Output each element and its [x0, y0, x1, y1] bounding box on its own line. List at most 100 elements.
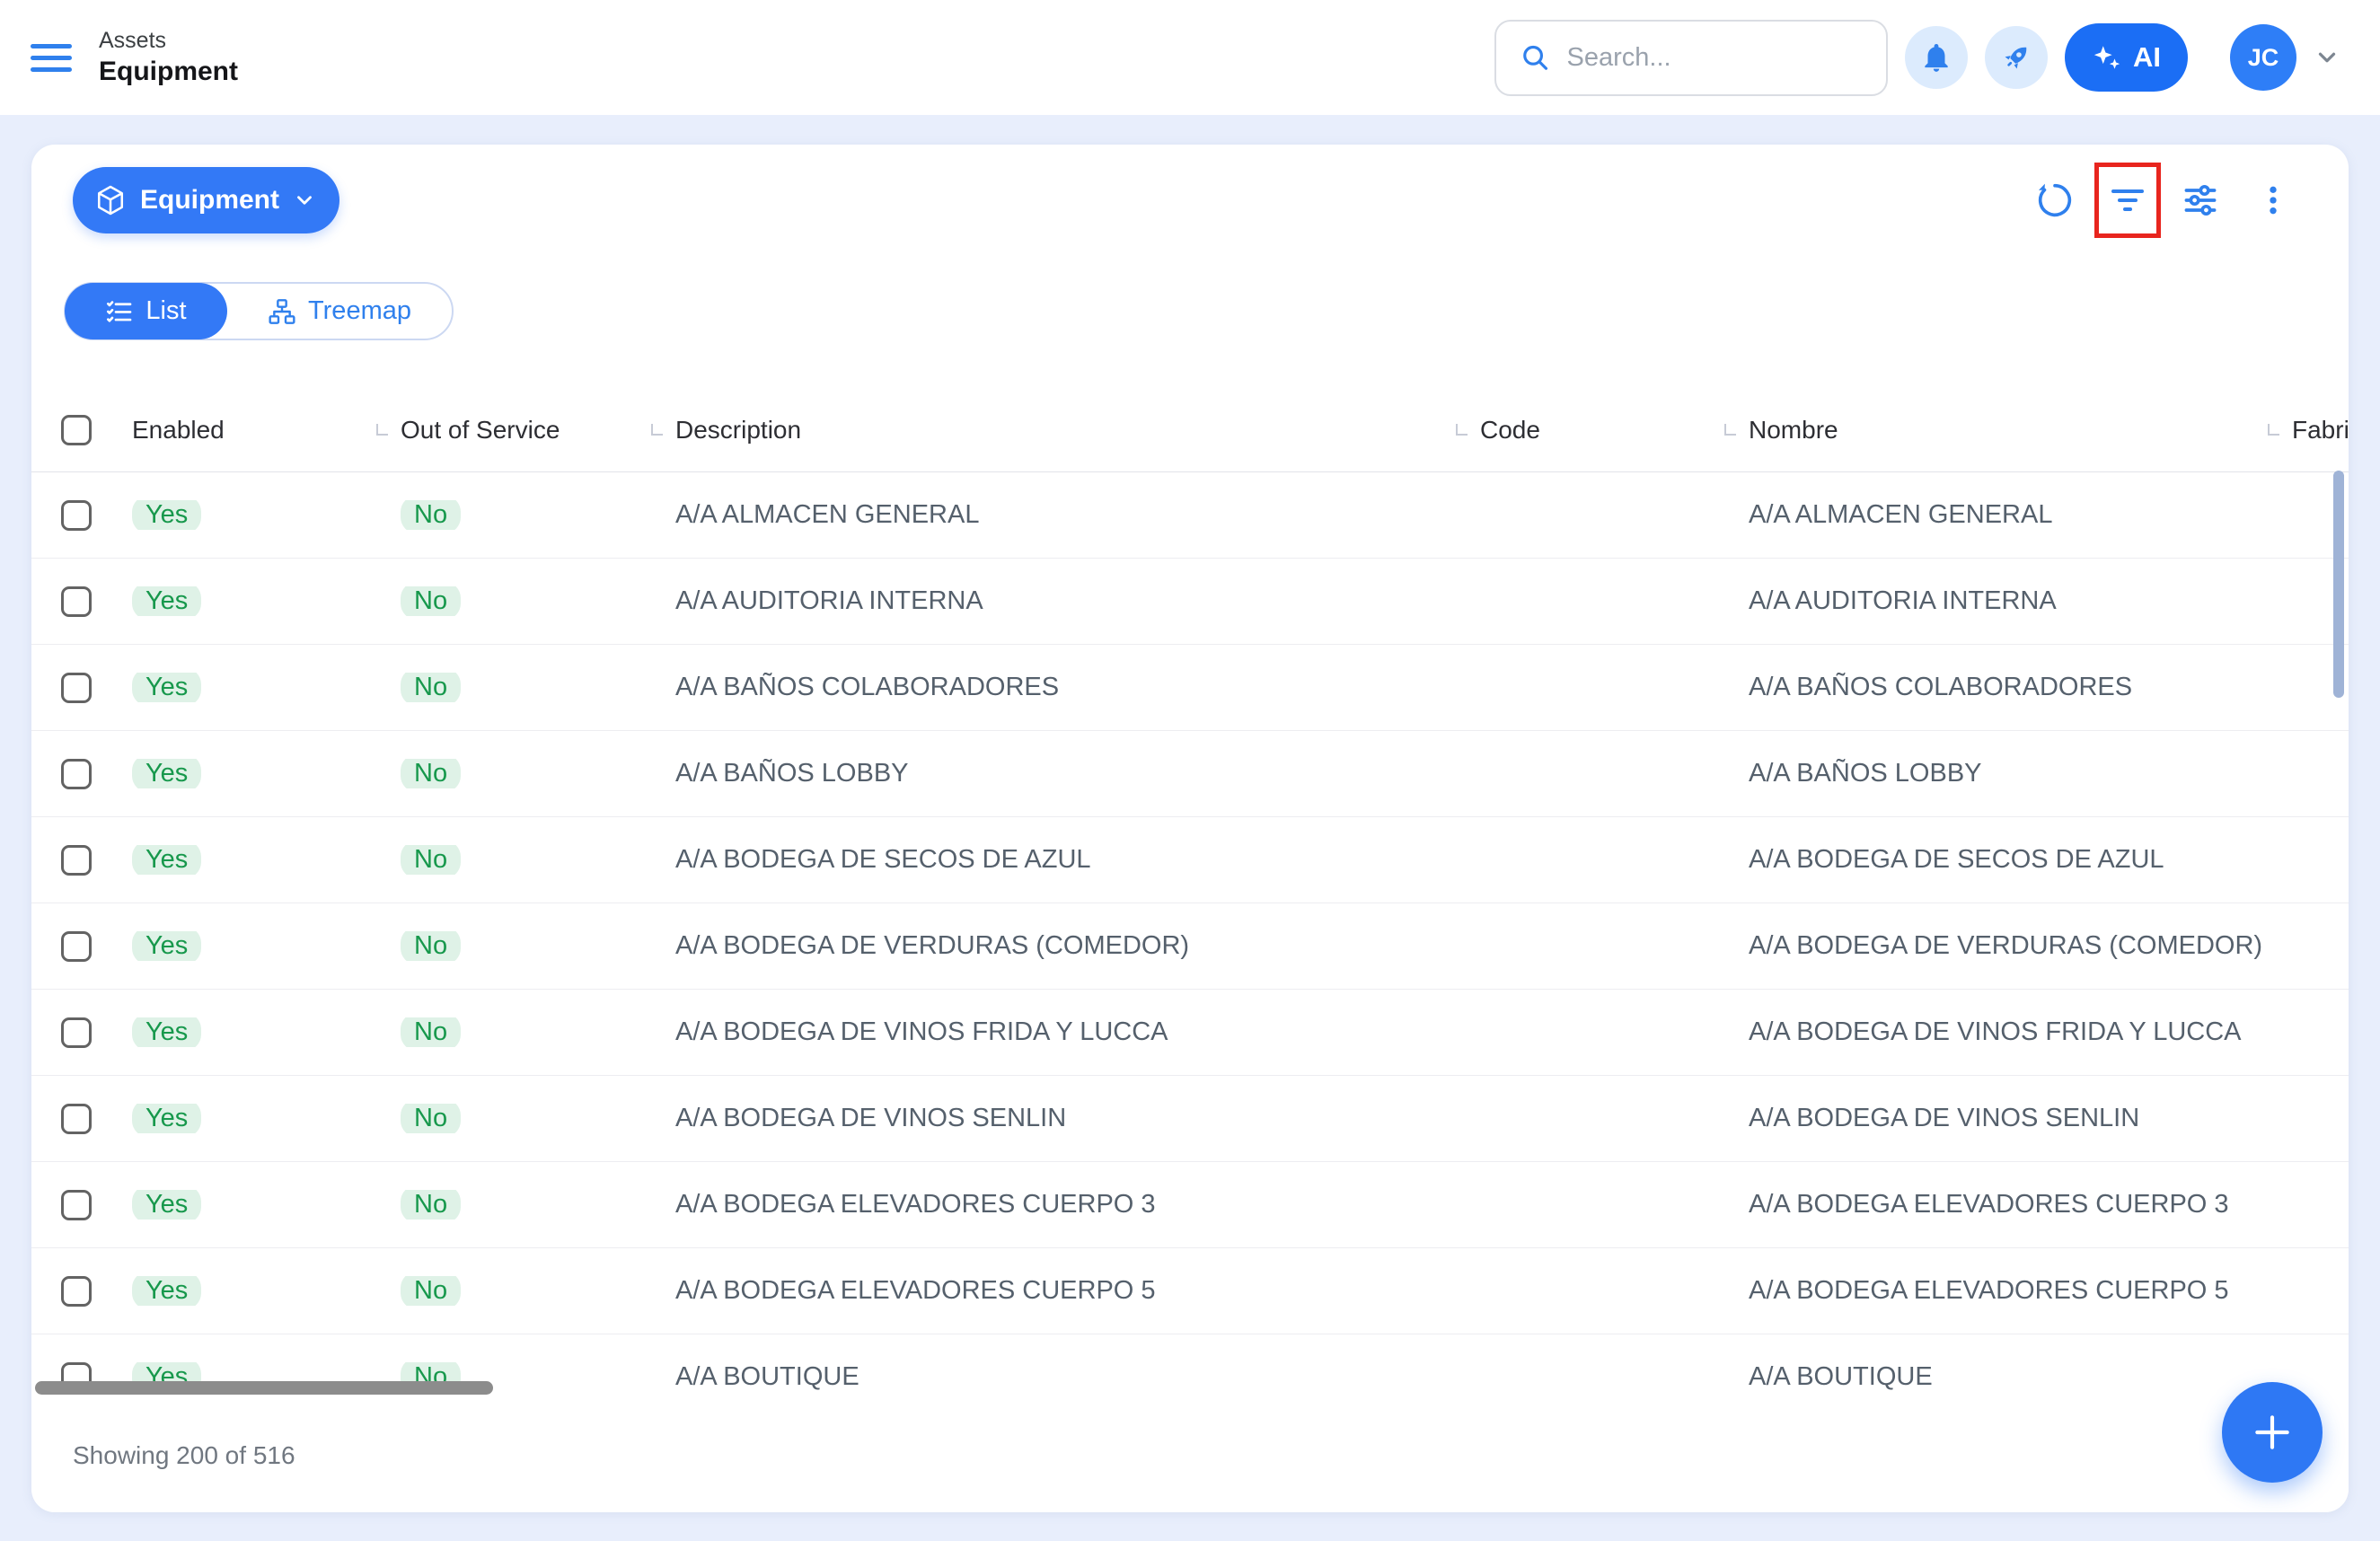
table-row[interactable]: Yes No A/A BAÑOS COLABORADORES A/A BAÑOS…: [31, 645, 2349, 731]
rocket-button[interactable]: [1985, 26, 2048, 89]
row-checkbox[interactable]: [61, 1104, 92, 1134]
horizontal-scrollbar[interactable]: [35, 1381, 493, 1395]
tab-treemap[interactable]: Treemap: [227, 284, 452, 339]
breadcrumb-section: Assets: [99, 28, 238, 54]
tab-list[interactable]: List: [65, 283, 227, 339]
column-header-code[interactable]: Code: [1480, 416, 1749, 445]
out-of-service-badge: No: [401, 1276, 461, 1306]
row-checkbox[interactable]: [61, 1017, 92, 1048]
nombre-cell: A/A AUDITORIA INTERNA: [1749, 586, 2292, 616]
search-icon: [1520, 40, 1551, 75]
nombre-cell: A/A BODEGA DE VERDURAS (COMEDOR): [1749, 931, 2292, 961]
more-options-button[interactable]: [2252, 179, 2295, 222]
column-header-fabricante[interactable]: Fabric: [2292, 416, 2349, 445]
showing-count: Showing 200 of 516: [73, 1441, 295, 1470]
row-checkbox[interactable]: [61, 500, 92, 531]
enabled-badge: Yes: [132, 845, 201, 875]
table-row[interactable]: Yes No A/A BODEGA DE VERDURAS (COMEDOR) …: [31, 903, 2349, 990]
equipment-dropdown-button[interactable]: Equipment: [73, 167, 339, 233]
table-row[interactable]: Yes No A/A BODEGA ELEVADORES CUERPO 3 A/…: [31, 1162, 2349, 1248]
column-header-enabled[interactable]: Enabled: [132, 416, 401, 445]
bell-icon: [1919, 40, 1953, 75]
enabled-badge: Yes: [132, 1276, 201, 1306]
column-header-out-of-service[interactable]: Out of Service: [401, 416, 675, 445]
vertical-scrollbar[interactable]: [2333, 471, 2344, 698]
tab-list-label: List: [145, 296, 186, 326]
table-row[interactable]: Yes No A/A ALMACEN GENERAL A/A ALMACEN G…: [31, 472, 2349, 559]
enabled-badge: Yes: [132, 586, 201, 616]
content-card: Equipment List Treemap: [31, 145, 2349, 1512]
row-checkbox[interactable]: [61, 845, 92, 876]
enabled-badge: Yes: [132, 1190, 201, 1220]
row-checkbox[interactable]: [61, 931, 92, 962]
table-row[interactable]: Yes No A/A BAÑOS LOBBY A/A BAÑOS LOBBY: [31, 731, 2349, 817]
row-checkbox[interactable]: [61, 1190, 92, 1220]
description-cell: A/A BODEGA ELEVADORES CUERPO 3: [675, 1190, 1480, 1220]
out-of-service-badge: No: [401, 673, 461, 702]
refresh-button[interactable]: [2033, 179, 2076, 222]
nombre-cell: A/A BODEGA DE VINOS FRIDA Y LUCCA: [1749, 1017, 2292, 1047]
description-cell: A/A BODEGA DE VINOS FRIDA Y LUCCA: [675, 1017, 1480, 1047]
nombre-cell: A/A BODEGA DE VINOS SENLIN: [1749, 1104, 2292, 1133]
table-row[interactable]: Yes No A/A AUDITORIA INTERNA A/A AUDITOR…: [31, 559, 2349, 645]
nombre-cell: A/A ALMACEN GENERAL: [1749, 500, 2292, 530]
enabled-badge: Yes: [132, 759, 201, 788]
row-checkbox[interactable]: [61, 1276, 92, 1307]
column-header-nombre[interactable]: Nombre: [1749, 416, 2292, 445]
column-header-description[interactable]: Description: [675, 416, 1480, 445]
table-row[interactable]: Yes No A/A BODEGA ELEVADORES CUERPO 5 A/…: [31, 1248, 2349, 1334]
description-cell: A/A BAÑOS LOBBY: [675, 759, 1480, 788]
footer-bar: Showing 200 of 516: [31, 1396, 2349, 1512]
entity-button-label: Equipment: [140, 185, 279, 216]
nombre-cell: A/A BAÑOS COLABORADORES: [1749, 673, 2292, 702]
out-of-service-badge: No: [401, 931, 461, 961]
ai-button[interactable]: AI: [2065, 23, 2188, 92]
treemap-icon: [268, 297, 296, 326]
card-toolbar: Equipment: [31, 145, 2349, 233]
list-icon: [105, 297, 134, 326]
table-row[interactable]: Yes No A/A BODEGA DE SECOS DE AZUL A/A B…: [31, 817, 2349, 903]
avatar[interactable]: JC: [2230, 24, 2296, 91]
nombre-cell: A/A BAÑOS LOBBY: [1749, 759, 2292, 788]
out-of-service-badge: No: [401, 759, 461, 788]
header-left: Assets Equipment: [31, 28, 238, 87]
out-of-service-badge: No: [401, 586, 461, 616]
ai-label: AI: [2133, 41, 2161, 74]
page-title: Equipment: [99, 57, 238, 87]
filter-icon: [2106, 179, 2149, 222]
toolbar-icons: [2033, 179, 2295, 222]
filter-button[interactable]: [2106, 179, 2149, 222]
select-all-checkbox[interactable]: [61, 415, 92, 445]
nombre-cell: A/A BODEGA DE SECOS DE AZUL: [1749, 845, 2292, 875]
tune-icon: [2181, 181, 2220, 220]
notifications-button[interactable]: [1905, 26, 1968, 89]
description-cell: A/A BODEGA ELEVADORES CUERPO 5: [675, 1276, 1480, 1306]
nombre-cell: A/A BODEGA ELEVADORES CUERPO 3: [1749, 1190, 2292, 1220]
add-button[interactable]: [2222, 1382, 2323, 1483]
table-header: Enabled Out of Service Description Code …: [31, 388, 2349, 472]
row-checkbox[interactable]: [61, 586, 92, 617]
plus-icon: [2250, 1410, 2295, 1455]
search-box[interactable]: [1494, 20, 1888, 96]
row-checkbox[interactable]: [61, 673, 92, 703]
rocket-icon: [1998, 40, 2034, 75]
chevron-down-icon[interactable]: [2314, 44, 2340, 71]
header-right: AI JC: [1494, 20, 2340, 96]
settings-sliders-button[interactable]: [2179, 179, 2222, 222]
enabled-badge: Yes: [132, 1104, 201, 1133]
out-of-service-badge: No: [401, 845, 461, 875]
vertical-dots-icon: [2255, 182, 2291, 218]
menu-icon[interactable]: [31, 44, 72, 72]
enabled-badge: Yes: [132, 931, 201, 961]
enabled-badge: Yes: [132, 500, 201, 530]
table-row[interactable]: Yes No A/A BODEGA DE VINOS SENLIN A/A BO…: [31, 1076, 2349, 1162]
enabled-badge: Yes: [132, 1017, 201, 1047]
description-cell: A/A BODEGA DE SECOS DE AZUL: [675, 845, 1480, 875]
out-of-service-badge: No: [401, 1017, 461, 1047]
out-of-service-badge: No: [401, 1190, 461, 1220]
nombre-cell: A/A BOUTIQUE: [1749, 1362, 2292, 1392]
search-input[interactable]: [1567, 43, 1864, 73]
chevron-down-icon: [293, 189, 316, 212]
table-row[interactable]: Yes No A/A BODEGA DE VINOS FRIDA Y LUCCA…: [31, 990, 2349, 1076]
row-checkbox[interactable]: [61, 759, 92, 789]
